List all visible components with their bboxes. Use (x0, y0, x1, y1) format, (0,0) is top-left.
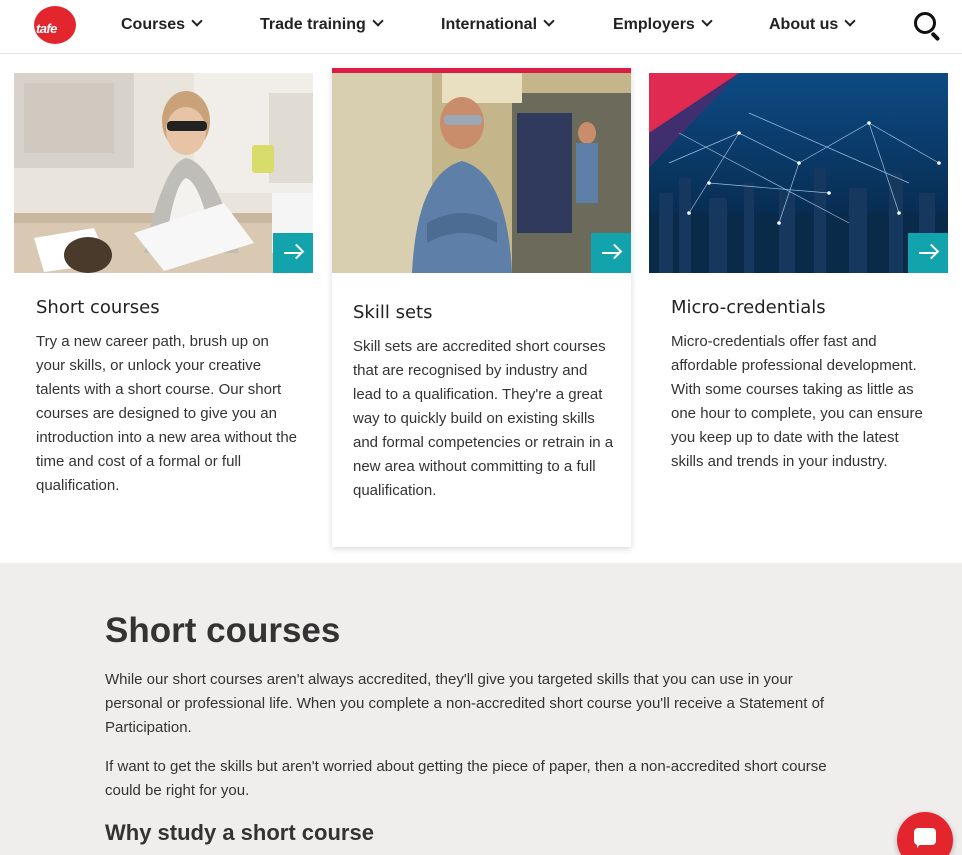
chevron-down-icon (844, 15, 856, 27)
search-button[interactable] (912, 10, 944, 44)
tafe-logo[interactable]: tafe (34, 6, 76, 44)
logo-text: tafe (36, 21, 57, 36)
nav-courses[interactable]: Courses (121, 15, 203, 40)
nav-trade-training-label: Trade training (260, 16, 366, 33)
card-description: Try a new career path, brush up on your … (36, 333, 297, 494)
nav-courses-label: Courses (121, 16, 186, 33)
card-description: Skill sets are accredited short courses … (353, 338, 614, 499)
chevron-down-icon (701, 15, 713, 27)
card-title: Micro-credentials (671, 297, 826, 318)
nav-international[interactable]: International (441, 15, 555, 40)
card-description: Micro-credentials offer fast and afforda… (671, 333, 923, 470)
chevron-down-icon (372, 15, 384, 27)
short-courses-image (14, 73, 313, 273)
skill-sets-image (332, 73, 631, 273)
nav-about-us[interactable]: About us (769, 15, 856, 40)
card-skill-sets[interactable]: Skill sets Skill sets are accredited sho… (332, 68, 631, 547)
chevron-down-icon (191, 15, 203, 27)
nav-about-us-label: About us (769, 16, 839, 33)
card-arrow-button[interactable] (908, 233, 948, 273)
card-micro-credentials[interactable]: Micro-credentials Micro-credentials offe… (649, 73, 948, 470)
section-paragraph: If want to get the skills but aren't wor… (105, 758, 827, 799)
section-paragraph: While our short courses aren't always ac… (105, 671, 825, 736)
short-courses-section: Short courses While our short courses ar… (0, 563, 962, 855)
nav-employers-label: Employers (613, 16, 695, 33)
site-header: tafe Courses Trade training Internationa… (0, 0, 962, 54)
card-title: Skill sets (353, 302, 433, 323)
card-arrow-button[interactable] (591, 233, 631, 273)
section-title: Short courses (105, 611, 341, 650)
card-short-courses[interactable]: Short courses Try a new career path, bru… (14, 73, 313, 494)
section-subheading: Why study a short course (105, 820, 374, 845)
nav-international-label: International (441, 16, 538, 33)
micro-credentials-image (649, 73, 948, 273)
card-title: Short courses (36, 297, 160, 318)
chevron-down-icon (543, 15, 555, 27)
nav-employers[interactable]: Employers (613, 15, 713, 40)
card-arrow-button[interactable] (273, 233, 313, 273)
nav-trade-training[interactable]: Trade training (260, 15, 384, 40)
